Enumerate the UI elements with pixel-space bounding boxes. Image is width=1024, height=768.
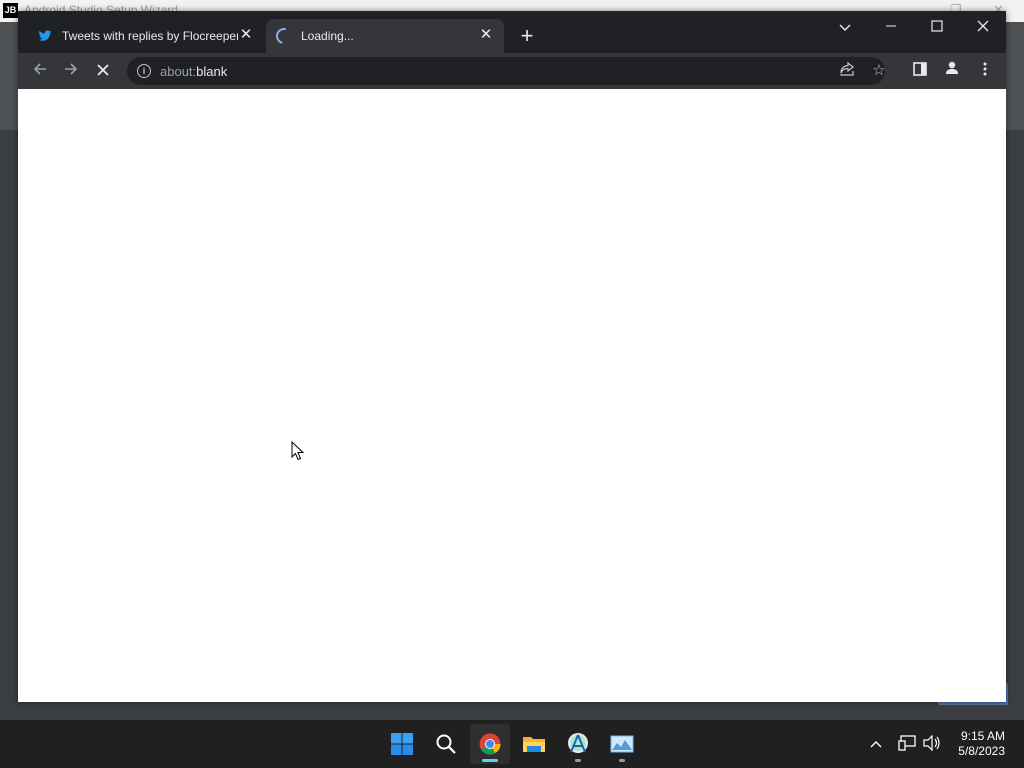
arrow-right-icon — [65, 63, 78, 75]
page-content[interactable] — [18, 89, 1006, 702]
address-url[interactable]: about:blank — [160, 64, 227, 79]
arrow-left-icon — [33, 63, 46, 75]
android-studio-icon — [568, 733, 588, 753]
chrome-icon — [479, 733, 501, 755]
jetbrains-logo: JB — [3, 3, 18, 18]
tab-twitter[interactable]: Tweets with replies by Flocreeper ✕ — [22, 19, 264, 53]
minimize-button[interactable] — [876, 15, 906, 39]
taskbar: 9:15 AM 5/8/2023 — [0, 720, 1024, 768]
tab-loading[interactable]: Loading... ✕ — [266, 19, 504, 53]
chrome-taskbar-button[interactable] — [470, 724, 510, 764]
tab-title: Tweets with replies by Flocreeper — [62, 29, 238, 43]
running-indicator — [619, 759, 625, 762]
url-scheme: about: — [160, 64, 197, 79]
side-panel-icon[interactable] — [908, 59, 932, 83]
address-bar[interactable]: i about:blank ☆ — [127, 57, 886, 85]
forward-button[interactable] — [59, 59, 83, 83]
image-viewer-button[interactable] — [602, 724, 642, 764]
clock-time: 9:15 AM — [960, 729, 1005, 743]
close-icon — [97, 64, 109, 76]
tab-close-icon[interactable]: ✕ — [238, 27, 254, 43]
clock-date: 5/8/2023 — [958, 744, 1005, 758]
windows-start-icon — [391, 733, 413, 755]
star-icon[interactable]: ☆ — [869, 61, 889, 81]
image-icon — [610, 735, 634, 753]
running-indicator — [575, 759, 581, 762]
system-clock[interactable]: 9:15 AM 5/8/2023 — [958, 729, 1005, 759]
info-icon[interactable]: i — [137, 64, 151, 78]
search-icon — [436, 734, 456, 754]
browser-toolbar: i about:blank ☆ — [18, 53, 1006, 89]
tab-close-icon[interactable]: ✕ — [478, 27, 494, 43]
file-explorer-button[interactable] — [514, 724, 554, 764]
volume-icon[interactable] — [923, 734, 941, 753]
mouse-cursor-icon — [291, 441, 305, 461]
close-window-button[interactable] — [968, 15, 998, 39]
network-icon[interactable] — [898, 735, 916, 753]
url-path: blank — [196, 64, 228, 79]
back-button[interactable] — [28, 59, 52, 83]
maximize-button[interactable] — [922, 15, 952, 39]
tab-strip: Tweets with replies by Flocreeper ✕ Load… — [18, 11, 1006, 53]
profile-icon[interactable] — [940, 59, 964, 83]
search-button[interactable] — [426, 724, 466, 764]
browser-window: Tweets with replies by Flocreeper ✕ Load… — [18, 11, 1006, 702]
active-indicator — [482, 759, 498, 762]
start-button[interactable] — [382, 724, 422, 764]
share-icon[interactable] — [837, 61, 857, 81]
android-studio-button[interactable] — [558, 724, 598, 764]
loading-spinner-icon — [273, 25, 295, 47]
tab-search-icon[interactable] — [830, 15, 860, 39]
kebab-menu-icon[interactable] — [973, 59, 997, 83]
stop-loading-button[interactable] — [91, 59, 115, 83]
folder-icon — [523, 737, 545, 752]
twitter-icon — [38, 30, 52, 41]
chevron-up-icon[interactable] — [867, 735, 885, 753]
tab-title: Loading... — [301, 29, 354, 43]
new-tab-button[interactable]: + — [516, 25, 538, 48]
